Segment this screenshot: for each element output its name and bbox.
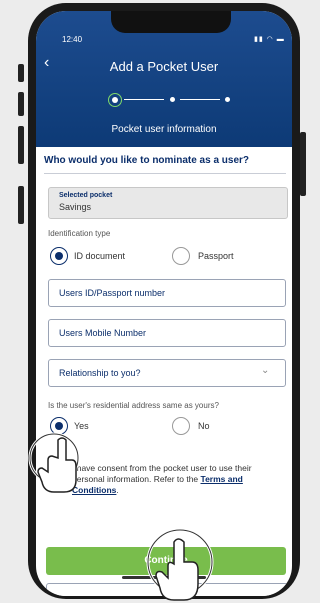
page-title: Add a Pocket User	[109, 59, 219, 74]
phone-power-button	[300, 132, 306, 196]
id-passport-input[interactable]: Users ID/Passport number	[48, 279, 286, 307]
phone-volume-down	[18, 126, 24, 164]
notch	[111, 11, 231, 33]
radio-no[interactable]	[172, 417, 190, 435]
consent-text: I have consent from the pocket user to u…	[72, 463, 284, 496]
radio-no-label: No	[198, 421, 210, 431]
radio-passport-label: Passport	[198, 251, 234, 261]
phone-side-button	[18, 64, 24, 82]
divider	[44, 173, 286, 174]
progress-stepper	[108, 93, 230, 107]
battery-icon: ▬	[276, 36, 285, 43]
radio-id-document-label: ID document	[74, 251, 126, 261]
selected-pocket-value: Savings	[59, 202, 92, 212]
wifi-icon: ◠	[266, 36, 274, 43]
mobile-number-input[interactable]: Users Mobile Number	[48, 319, 286, 347]
step-3	[225, 97, 230, 102]
relationship-select[interactable]: Relationship to you? ⌄	[48, 359, 286, 387]
app-screen: 12:40 ▮▮ ◠ ▬ ‹ Add a Pocket User Pocket …	[36, 11, 292, 596]
nominate-question: Who would you like to nominate as a user…	[44, 155, 250, 166]
identification-type-label: Identification type	[48, 229, 111, 238]
step-connector-1	[124, 99, 164, 100]
tap-hand-icon	[146, 528, 214, 601]
relationship-placeholder: Relationship to you?	[59, 368, 141, 378]
selected-pocket-field: Selected pocket Savings	[48, 187, 288, 219]
phone-volume-up	[18, 92, 24, 116]
mobile-number-placeholder: Users Mobile Number	[59, 328, 147, 338]
id-passport-placeholder: Users ID/Passport number	[59, 288, 166, 298]
header: 12:40 ▮▮ ◠ ▬ ‹ Add a Pocket User Pocket …	[36, 11, 292, 147]
radio-passport[interactable]	[172, 247, 190, 265]
chevron-down-icon: ⌄	[261, 365, 270, 376]
status-time: 12:40	[62, 35, 83, 44]
radio-id-document[interactable]	[50, 247, 68, 265]
step-subtitle: Pocket user information	[111, 124, 217, 135]
step-connector-2	[180, 99, 220, 100]
step-1-active	[108, 93, 122, 107]
residential-question: Is the user's residential address same a…	[48, 401, 219, 410]
phone-extra-button	[18, 186, 24, 224]
status-icons: ▮▮ ◠ ▬	[254, 35, 285, 43]
selected-pocket-label: Selected pocket	[59, 192, 113, 199]
step-2	[170, 97, 175, 102]
consent-end: .	[116, 485, 119, 495]
tap-hand-icon	[28, 432, 80, 493]
signal-icon: ▮▮	[254, 36, 264, 43]
